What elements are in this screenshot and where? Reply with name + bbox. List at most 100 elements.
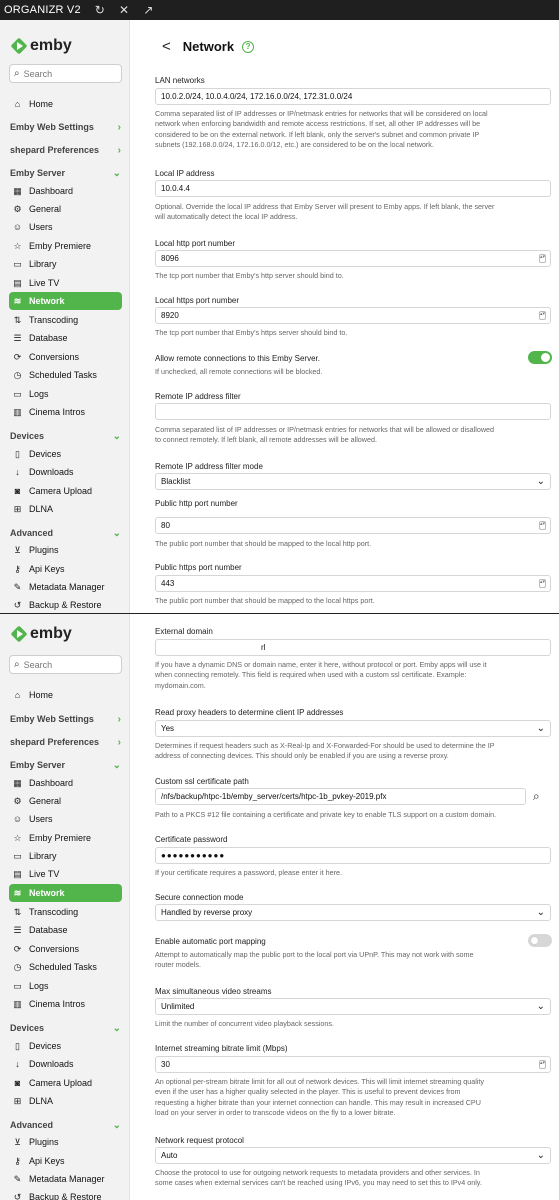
reload-icon[interactable]: ↻	[95, 3, 105, 17]
section-devices[interactable]: Devices ⌄	[10, 1020, 121, 1036]
secure-mode-select[interactable]: Handled by reverse proxy ⌄	[155, 904, 551, 921]
proxy-headers-select[interactable]: Yes ⌄	[155, 720, 551, 737]
https-port-input[interactable]: 8920 ▴▾	[155, 307, 551, 324]
sidebar-item-plugins[interactable]: ⊻ Plugins	[11, 542, 121, 558]
sidebar-item-livetv[interactable]: ▤ Live TV	[11, 275, 121, 291]
sidebar-item-premiere[interactable]: ☆ Emby Premiere	[11, 830, 121, 846]
section-devices[interactable]: Devices ⌄	[10, 428, 121, 444]
sidebar-item-library[interactable]: ▭ Library	[11, 256, 121, 272]
max-streams-select[interactable]: Unlimited ⌄	[155, 998, 551, 1015]
sidebar-item-downloads[interactable]: ↓ Downloads	[11, 1056, 121, 1072]
protocol-label: Network request protocol	[155, 1136, 244, 1145]
public-http-help: The public port number that should be ma…	[155, 539, 372, 548]
close-icon[interactable]: ✕	[119, 3, 129, 17]
sidebar-item-users[interactable]: ☺ Users	[11, 219, 121, 235]
transcode-icon: ⇅	[13, 906, 22, 917]
browse-search-icon[interactable]: ⌕	[533, 789, 540, 804]
sidebar-item-users[interactable]: ☺ Users	[11, 811, 121, 827]
sidebar-item-logs[interactable]: ▭ Logs	[11, 386, 121, 402]
label-text: Advanced	[10, 528, 54, 538]
label-text: Devices	[29, 449, 62, 459]
sidebar-item-database[interactable]: ☰ Database	[11, 330, 121, 346]
sidebar-item-user-preferences[interactable]: shepard Preferences ›	[10, 734, 121, 750]
sidebar-item-general[interactable]: ⚙ General	[11, 793, 121, 809]
sidebar-item-cinema[interactable]: ▥ Cinema Intros	[11, 404, 121, 420]
sidebar-item-web-settings[interactable]: Emby Web Settings ›	[10, 119, 121, 135]
sidebar-item-livetv[interactable]: ▤ Live TV	[11, 866, 121, 882]
filter-mode-select[interactable]: Blacklist ⌄	[155, 473, 551, 490]
remote-connections-toggle[interactable]	[528, 351, 552, 364]
back-icon[interactable]: <	[162, 38, 171, 55]
lan-networks-input[interactable]: 10.0.2.0/24, 10.0.4.0/24, 172.16.0.0/24,…	[155, 88, 551, 105]
search-input[interactable]: ⌕ Search	[9, 655, 122, 674]
external-domain-input[interactable]: rl	[155, 639, 551, 656]
sidebar-item-home[interactable]: ⌂ Home	[11, 96, 121, 112]
label-text: Downloads	[29, 1059, 74, 1069]
emby-logo[interactable]: emby	[11, 625, 72, 643]
section-advanced[interactable]: Advanced ⌄	[10, 525, 121, 541]
sidebar-item-dlna[interactable]: ⊞ DLNA	[11, 501, 121, 517]
conversions-icon: ⟳	[13, 351, 22, 362]
sidebar-item-general[interactable]: ⚙ General	[11, 201, 121, 217]
ssl-path-input[interactable]: /nfs/backup/htpc-1b/emby_server/certs/ht…	[155, 788, 526, 805]
remote-filter-input[interactable]	[155, 403, 551, 420]
folder-icon: ▭	[13, 258, 22, 269]
public-http-input[interactable]: 80 ▴▾	[155, 517, 551, 534]
section-emby-server[interactable]: Emby Server ⌄	[10, 757, 121, 773]
sidebar-item-transcoding[interactable]: ⇅ Transcoding	[11, 904, 121, 920]
label-text: /nfs/backup/htpc-1b/emby_server/certs/ht…	[161, 792, 387, 801]
public-https-input[interactable]: 443 ▴▾	[155, 575, 551, 592]
sidebar-item-devices[interactable]: ▯ Devices	[11, 1038, 121, 1054]
protocol-select[interactable]: Auto ⌄	[155, 1147, 551, 1164]
sidebar-item-conversions[interactable]: ⟳ Conversions	[11, 941, 121, 957]
sidebar-item-metadata[interactable]: ✎ Metadata Manager	[11, 1171, 121, 1187]
chevron-down-icon: ⌄	[112, 759, 121, 771]
http-port-help: The tcp port number that Emby's http ser…	[155, 271, 344, 280]
sidebar-item-apikeys[interactable]: ⚷ Api Keys	[11, 561, 121, 577]
section-emby-server[interactable]: Emby Server ⌄	[10, 165, 121, 181]
gear-icon: ⚙	[13, 795, 22, 806]
cert-password-input[interactable]: ●●●●●●●●●●●	[155, 847, 551, 864]
sidebar-item-plugins[interactable]: ⊻ Plugins	[11, 1134, 121, 1150]
sidebar-item-apikeys[interactable]: ⚷ Api Keys	[11, 1153, 121, 1169]
download-icon: ↓	[15, 467, 20, 477]
http-port-input[interactable]: 8096 ▴▾	[155, 250, 551, 267]
sidebar-item-conversions[interactable]: ⟳ Conversions	[11, 349, 121, 365]
sidebar-item-network[interactable]: ≋ Network	[9, 884, 122, 902]
sidebar-item-scheduled[interactable]: ◷ Scheduled Tasks	[11, 959, 121, 975]
remote-filter-label: Remote IP address filter	[155, 392, 241, 401]
search-input[interactable]: ⌕ Search	[9, 64, 122, 83]
help-icon[interactable]: ?	[242, 40, 255, 53]
section-advanced[interactable]: Advanced ⌄	[10, 1117, 121, 1133]
sidebar-item-network[interactable]: ≋ Network	[9, 292, 122, 310]
emby-logo[interactable]: emby	[11, 37, 72, 55]
sidebar-item-premiere[interactable]: ☆ Emby Premiere	[11, 238, 121, 254]
bitrate-input[interactable]: 30 ▴▾	[155, 1056, 551, 1073]
sidebar-item-camera[interactable]: ◙ Camera Upload	[11, 1075, 121, 1091]
sidebar-item-dashboard[interactable]: ▦ Dashboard	[11, 775, 121, 791]
label-text: Emby Web Settings	[10, 122, 94, 132]
sidebar-item-backup[interactable]: ↺ Backup & Restore	[11, 1189, 121, 1200]
popout-icon[interactable]: ↗	[143, 3, 153, 17]
sidebar-item-downloads[interactable]: ↓ Downloads	[11, 464, 121, 480]
label-text: DLNA	[29, 1096, 54, 1106]
sidebar-item-scheduled[interactable]: ◷ Scheduled Tasks	[11, 367, 121, 383]
sidebar-item-database[interactable]: ☰ Database	[11, 922, 121, 938]
local-ip-input[interactable]: 10.0.4.4	[155, 180, 551, 197]
label-text: Transcoding	[29, 907, 79, 917]
sidebar-item-user-preferences[interactable]: shepard Preferences ›	[10, 142, 121, 158]
sidebar-item-transcoding[interactable]: ⇅ Transcoding	[11, 312, 121, 328]
sidebar-item-web-settings[interactable]: Emby Web Settings ›	[10, 711, 121, 727]
sidebar-item-backup[interactable]: ↺ Backup & Restore	[11, 597, 121, 613]
sidebar-item-library[interactable]: ▭ Library	[11, 848, 121, 864]
sidebar-item-camera[interactable]: ◙ Camera Upload	[11, 483, 121, 499]
sidebar-item-dashboard[interactable]: ▦ Dashboard	[11, 183, 121, 199]
sidebar-item-cinema[interactable]: ▥ Cinema Intros	[11, 996, 121, 1012]
sidebar-item-logs[interactable]: ▭ Logs	[11, 978, 121, 994]
sidebar-item-devices[interactable]: ▯ Devices	[11, 446, 121, 462]
port-mapping-toggle[interactable]	[528, 934, 552, 947]
label-text: DLNA	[29, 504, 54, 514]
sidebar-item-home[interactable]: ⌂ Home	[11, 687, 121, 703]
sidebar-item-metadata[interactable]: ✎ Metadata Manager	[11, 579, 121, 595]
sidebar-item-dlna[interactable]: ⊞ DLNA	[11, 1093, 121, 1109]
